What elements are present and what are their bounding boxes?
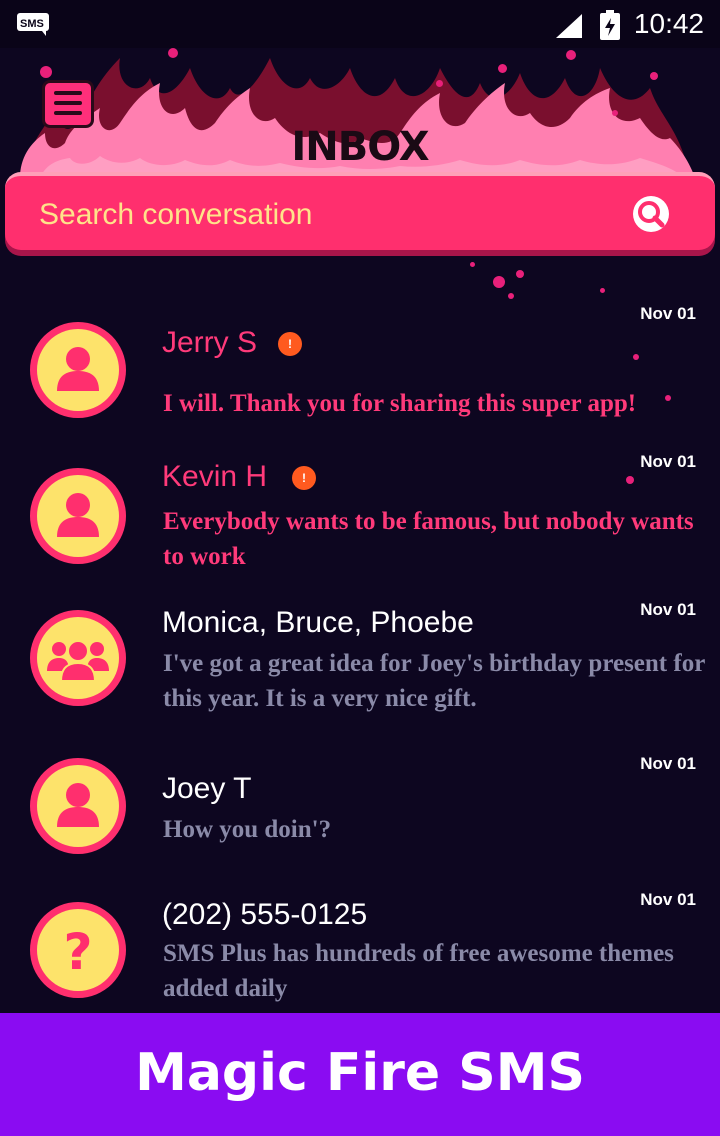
contact-name: (202) 555-0125 — [162, 898, 368, 931]
message-date: Nov 01 — [640, 754, 696, 773]
message-date: Nov 01 — [640, 600, 696, 619]
contact-name: Monica, Bruce, Phoebe — [162, 606, 474, 639]
person-icon — [57, 347, 99, 391]
message-snippet: I've got a great idea for Joey's birthda… — [163, 650, 705, 712]
list-item[interactable]: Joey T Nov 01 How you doin'? — [0, 740, 720, 880]
list-item[interactable]: Monica, Bruce, Phoebe Nov 01 I've got a … — [0, 590, 720, 730]
avatar: ? — [30, 902, 126, 998]
sms-plus-icon: SMS — [17, 13, 49, 36]
list-item[interactable]: Kevin H ! Nov 01 Everybody wants to be f… — [0, 440, 720, 580]
list-item[interactable]: Jerry S ! Nov 01 I will. Thank you for s… — [0, 290, 720, 430]
unread-badge: ! — [278, 332, 302, 356]
avatar — [30, 758, 126, 854]
signal-icon — [556, 14, 582, 38]
search-icon[interactable] — [631, 194, 671, 234]
message-snippet: I will. Thank you for sharing this super… — [163, 390, 637, 417]
svg-text:SMS: SMS — [20, 18, 44, 30]
avatar — [30, 322, 126, 418]
menu-button[interactable] — [42, 80, 94, 128]
battery-charging-icon — [600, 10, 620, 40]
message-date: Nov 01 — [640, 890, 696, 909]
clock: 10:42 — [633, 8, 704, 39]
message-date: Nov 01 — [640, 304, 696, 323]
search-input[interactable]: Search conversation — [39, 198, 313, 232]
contact-name: Joey T — [162, 772, 252, 805]
unknown-contact-icon: ? — [63, 923, 92, 981]
message-snippet: Everybody wants to be famous, but nobody… — [163, 508, 694, 570]
message-snippet: How you doin'? — [163, 816, 332, 843]
avatar — [30, 468, 126, 564]
contact-name: Kevin H — [162, 460, 268, 493]
message-date: Nov 01 — [640, 452, 696, 471]
status-bar: SMS 10:42 — [0, 0, 720, 48]
page-title: INBOX — [291, 124, 429, 170]
group-icon — [47, 640, 109, 682]
banner-title: Magic Fire SMS — [135, 1043, 585, 1103]
avatar — [30, 610, 126, 706]
message-snippet: SMS Plus has hundreds of free awesome th… — [163, 940, 674, 1002]
unread-badge: ! — [292, 466, 316, 490]
contact-name: Jerry S — [162, 326, 258, 359]
svg-text:?: ? — [63, 923, 92, 981]
list-item[interactable]: ? (202) 555-0125 Nov 01 SMS Plus has hun… — [0, 880, 720, 1010]
promo-banner[interactable]: Magic Fire SMS — [0, 1013, 720, 1136]
search-bar[interactable]: Search conversation — [5, 172, 715, 250]
person-icon — [57, 783, 99, 827]
person-icon — [57, 493, 99, 537]
